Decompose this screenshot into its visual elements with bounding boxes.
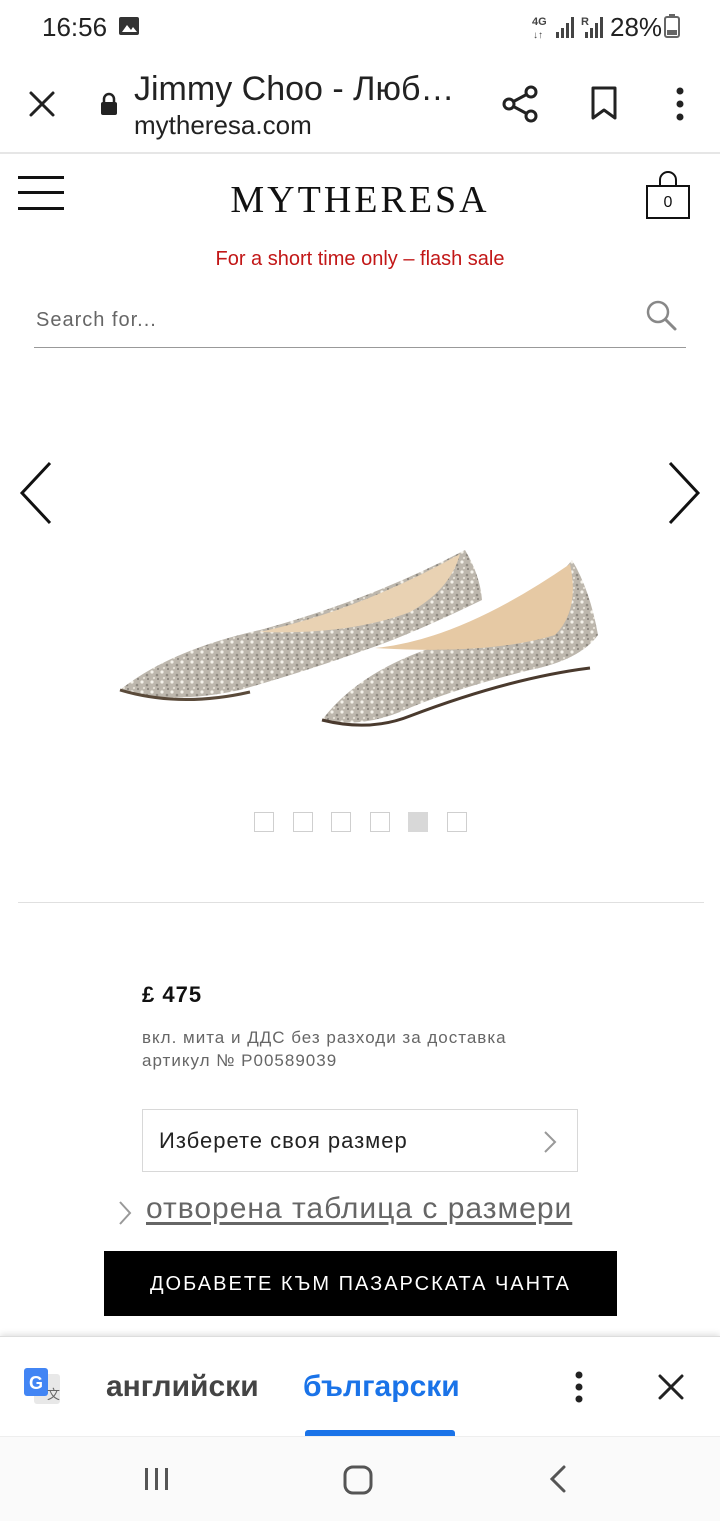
battery-percentage: 28% [610, 12, 663, 42]
chevron-right-icon [544, 1131, 557, 1153]
product-image[interactable] [110, 540, 610, 750]
battery-icon [664, 14, 680, 38]
chevron-right-icon[interactable] [666, 460, 702, 526]
more-options-icon[interactable] [568, 1370, 590, 1404]
status-time: 16:56 [42, 12, 108, 42]
source-language-tab[interactable]: английски [106, 1370, 259, 1404]
size-chart-link[interactable]: отворена таблица с размери [146, 1192, 572, 1226]
page-title[interactable]: Jimmy Choo - Люб… [134, 70, 474, 109]
cart-count: 0 [663, 194, 673, 211]
product-price: £ 475 [142, 982, 203, 1007]
close-icon[interactable] [26, 88, 58, 120]
svg-text:G: G [29, 1373, 43, 1393]
signal-strength-icon: 4G ↓↑ R [532, 16, 603, 40]
lock-icon [101, 92, 117, 115]
divider [18, 902, 704, 903]
gallery-pagination [254, 812, 474, 834]
gallery-dot[interactable] [254, 812, 274, 832]
size-select[interactable]: Изберете своя размер [142, 1109, 578, 1172]
google-translate-icon: G 文 [24, 1368, 60, 1404]
promo-banner[interactable]: For a short time only – flash sale [0, 248, 720, 271]
gallery-dot[interactable] [331, 812, 351, 832]
share-icon[interactable] [500, 84, 540, 124]
size-select-label: Изберете своя размер [159, 1128, 408, 1153]
svg-text:文: 文 [47, 1387, 60, 1402]
page-url[interactable]: mytheresa.com [134, 110, 312, 141]
search-input[interactable] [34, 302, 628, 338]
svg-text:↓↑: ↓↑ [533, 30, 543, 40]
svg-text:R: R [581, 16, 589, 28]
product-sku: артикул № P00589039 [142, 1051, 338, 1070]
gallery-dot[interactable] [292, 812, 313, 832]
home-icon[interactable] [342, 1464, 374, 1496]
close-icon[interactable] [656, 1372, 686, 1402]
recent-apps-icon[interactable] [142, 1466, 172, 1492]
chevron-left-icon[interactable] [18, 460, 54, 526]
gallery-dot[interactable] [408, 812, 428, 832]
search-bar [34, 292, 686, 348]
bookmark-icon[interactable] [590, 86, 618, 120]
duties-note: вкл. мита и ДДС без разходи за доставка [142, 1028, 507, 1047]
more-options-icon[interactable] [668, 86, 692, 122]
site-logo[interactable]: MYTHERESA [0, 178, 720, 222]
chevron-right-icon [119, 1201, 132, 1225]
target-language-tab[interactable]: български [303, 1370, 460, 1404]
search-icon[interactable] [644, 298, 678, 332]
gallery-notification-icon [119, 17, 139, 35]
gallery-dot[interactable] [369, 812, 390, 832]
gallery-dot[interactable] [446, 812, 467, 832]
svg-text:4G: 4G [532, 16, 547, 28]
add-to-bag-button[interactable]: ДОБАВЕТЕ КЪМ ПАЗАРСКАТА ЧАНТА [104, 1251, 617, 1316]
back-icon[interactable] [548, 1464, 568, 1494]
